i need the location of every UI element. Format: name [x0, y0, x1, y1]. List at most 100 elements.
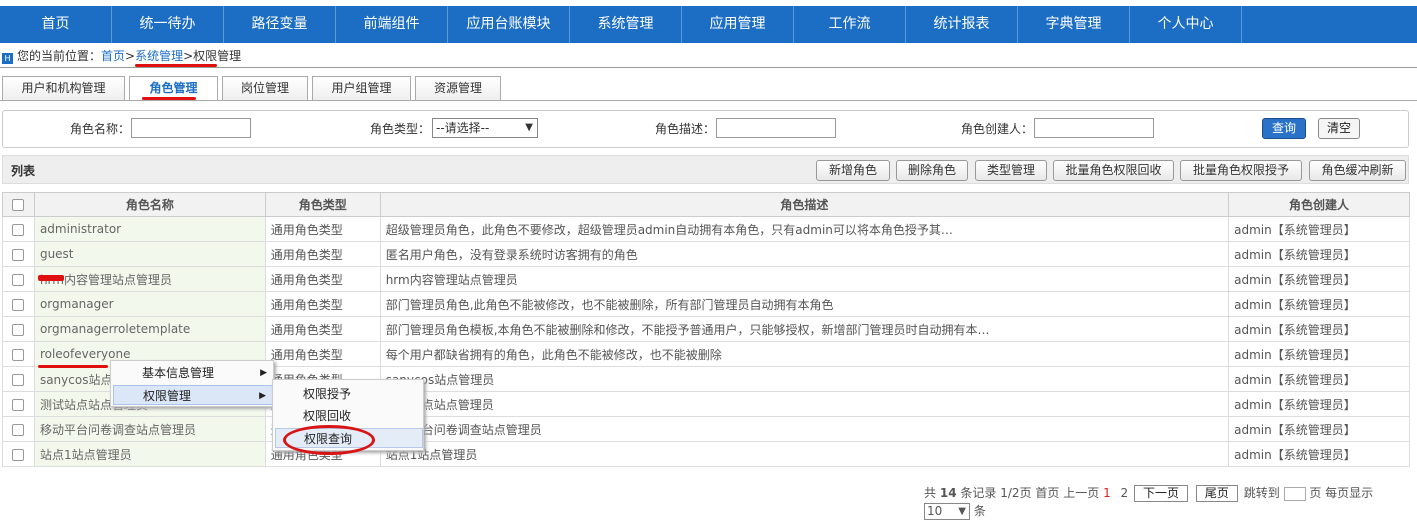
row-checkbox-cell[interactable] — [2, 241, 35, 267]
row-checkbox-cell[interactable] — [2, 341, 35, 367]
row-checkbox[interactable] — [12, 323, 25, 336]
select-all-checkbox[interactable] — [12, 199, 25, 211]
row-checkbox[interactable] — [12, 248, 25, 261]
menu-item-label: 权限管理 — [143, 389, 192, 403]
role-desc-cell: 每个用户都缺省拥有的角色，此角色不能被修改，也不能被删除 — [379, 341, 1230, 367]
role-name-input[interactable] — [131, 118, 251, 138]
type-manage-button[interactable]: 类型管理 — [975, 160, 1047, 181]
table-row[interactable]: administrator 通用角色类型 超级管理员角色，此角色不要修改，超级管理员… — [2, 216, 1410, 242]
tab-resources[interactable]: 资源管理 — [415, 76, 501, 101]
role-desc-cell: 部门管理员角色模板,本角色不能被删除和修改，不能授予普通用户，只能够授权，新增部… — [379, 316, 1230, 342]
col-header: 角色名称 — [33, 192, 266, 217]
role-name-cell[interactable]: hrm内容管理站点管理员 — [33, 266, 266, 292]
row-checkbox[interactable] — [12, 298, 25, 311]
dropdown-arrow-icon: ▼ — [525, 122, 533, 133]
role-type-select[interactable]: --请选择-- ▼ — [432, 118, 538, 138]
role-name-cell[interactable]: guest — [33, 241, 266, 267]
row-checkbox[interactable] — [12, 273, 25, 286]
query-button[interactable]: 查询 — [1262, 118, 1306, 139]
row-checkbox[interactable] — [12, 223, 25, 236]
role-type-cell: 通用角色类型 — [264, 341, 381, 367]
role-type-value: --请选择-- — [436, 121, 490, 135]
row-checkbox[interactable] — [12, 448, 25, 461]
row-checkbox-cell[interactable] — [2, 391, 35, 417]
nav-reports[interactable]: 统计报表 — [906, 6, 1018, 43]
tab-user-groups[interactable]: 用户组管理 — [312, 76, 411, 101]
tab-positions[interactable]: 岗位管理 — [222, 76, 308, 101]
menu-item-permissions[interactable]: 权限管理 ▶ — [113, 385, 273, 405]
refresh-cache-button[interactable]: 角色缓冲刷新 — [1309, 160, 1406, 181]
role-desc-cell: 匿名用户角色，没有登录系统时访客拥有的角色 — [379, 241, 1230, 267]
nav-home[interactable]: 首页 — [0, 6, 112, 43]
pager-next-button[interactable]: 下一页 — [1134, 485, 1189, 502]
row-checkbox[interactable] — [12, 348, 25, 361]
row-checkbox-cell[interactable] — [2, 366, 35, 392]
pager-text: 跳转到 — [1243, 486, 1280, 500]
row-checkbox[interactable] — [12, 423, 25, 436]
pager-first[interactable]: 首页 — [1035, 484, 1059, 502]
nav-workflow[interactable]: 工作流 — [794, 6, 906, 43]
role-creator-cell: admin【系统管理员】 — [1228, 441, 1410, 467]
row-checkbox-cell[interactable] — [2, 291, 35, 317]
table-row[interactable]: 站点1站点管理员 通用角色类型 站点1站点管理员 admin【系统管理员】 — [2, 441, 1410, 467]
nav-personal[interactable]: 个人中心 — [1130, 6, 1242, 43]
table-row[interactable]: orgmanagerroletemplate 通用角色类型 部门管理员角色模板,本角… — [2, 316, 1410, 342]
pager-page-link[interactable]: 2 — [1121, 484, 1129, 502]
role-name-cell[interactable]: administrator — [33, 216, 266, 242]
table-row[interactable]: orgmanager 通用角色类型 部门管理员角色,此角色不能被修改，也不能被删除，… — [2, 291, 1410, 317]
role-creator-cell: admin【系统管理员】 — [1228, 341, 1410, 367]
table-row[interactable]: guest 通用角色类型 匿名用户角色，没有登录系统时访客拥有的角色 admin【系统… — [2, 241, 1410, 267]
row-checkbox[interactable] — [12, 398, 25, 411]
role-desc-input[interactable] — [716, 118, 836, 138]
pager-jump-input[interactable] — [1283, 486, 1306, 501]
breadcrumb-prefix: 您的当前位置： — [17, 49, 102, 63]
page-size-select[interactable]: 10 ▼ — [924, 503, 970, 520]
row-checkbox-cell[interactable] — [2, 441, 35, 467]
breadcrumb: H 您的当前位置：首页>系统管理>权限管理 — [0, 46, 241, 66]
role-name-cell[interactable]: orgmanagerroletemplate — [33, 316, 266, 342]
role-name-cell[interactable]: 移动平台问卷调查站点管理员 — [33, 416, 266, 442]
nav-todo[interactable]: 统一待办 — [112, 6, 224, 43]
nav-app-ledger[interactable]: 应用台账模块 — [448, 6, 570, 43]
menu-item-basic-info[interactable]: 基本信息管理 ▶ — [113, 363, 273, 383]
tab-users-orgs[interactable]: 用户和机构管理 — [2, 76, 125, 101]
nav-app-manage[interactable]: 应用管理 — [682, 6, 794, 43]
clear-button[interactable]: 清空 — [1318, 118, 1360, 139]
role-creator-cell: admin【系统管理员】 — [1228, 291, 1410, 317]
nav-system[interactable]: 系统管理 — [570, 6, 682, 43]
role-name-cell[interactable]: 站点1站点管理员 — [33, 441, 266, 467]
row-checkbox-cell[interactable] — [2, 416, 35, 442]
role-creator-input[interactable] — [1034, 118, 1154, 138]
pager-text: 条记录 — [960, 486, 997, 500]
annotation-redaction — [38, 275, 64, 281]
batch-revoke-button[interactable]: 批量角色权限回收 — [1053, 160, 1174, 181]
annotation-circle — [283, 425, 375, 455]
row-checkbox-cell[interactable] — [2, 216, 35, 242]
nav-frontend[interactable]: 前端组件 — [336, 6, 448, 43]
row-checkbox-cell[interactable] — [2, 266, 35, 292]
nav-dictionary[interactable]: 字典管理 — [1018, 6, 1130, 43]
row-checkbox[interactable] — [12, 373, 25, 386]
delete-role-button[interactable]: 删除角色 — [896, 160, 968, 181]
breadcrumb-home[interactable]: 首页 — [101, 49, 125, 63]
pager-text: 共 — [924, 486, 937, 500]
pager-text: 页 每页显示 — [1309, 486, 1374, 500]
menu-item-grant[interactable]: 权限授予 — [275, 384, 423, 404]
select-all-cell[interactable] — [2, 192, 35, 217]
divider — [0, 67, 1417, 68]
breadcrumb-system[interactable]: 系统管理 — [135, 49, 183, 63]
role-desc-cell: 部门管理员角色,此角色不能被修改，也不能被删除，所有部门管理员自动拥有本角色 — [379, 291, 1230, 317]
role-name-cell[interactable]: orgmanager — [33, 291, 266, 317]
table-row[interactable]: hrm内容管理站点管理员 通用角色类型 hrm内容管理站点管理员 admin【系统管理… — [2, 266, 1410, 292]
role-creator-cell: admin【系统管理员】 — [1228, 216, 1410, 242]
add-role-button[interactable]: 新增角色 — [816, 160, 890, 181]
pager-last-button[interactable]: 尾页 — [1195, 485, 1238, 502]
batch-grant-button[interactable]: 批量角色权限授予 — [1180, 160, 1302, 181]
pager-prev[interactable]: 上一页 — [1063, 484, 1099, 502]
breadcrumb-sep: > — [183, 49, 194, 63]
table-row[interactable]: 移动平台问卷调查站点管理员通用角色类型移动平台问卷调查站点管理员admin【系统… — [2, 416, 1410, 442]
row-checkbox-cell[interactable] — [2, 316, 35, 342]
menu-item-revoke[interactable]: 权限回收 — [275, 406, 423, 426]
role-creator-cell: admin【系统管理员】 — [1228, 366, 1410, 392]
nav-path-vars[interactable]: 路径变量 — [224, 6, 336, 43]
